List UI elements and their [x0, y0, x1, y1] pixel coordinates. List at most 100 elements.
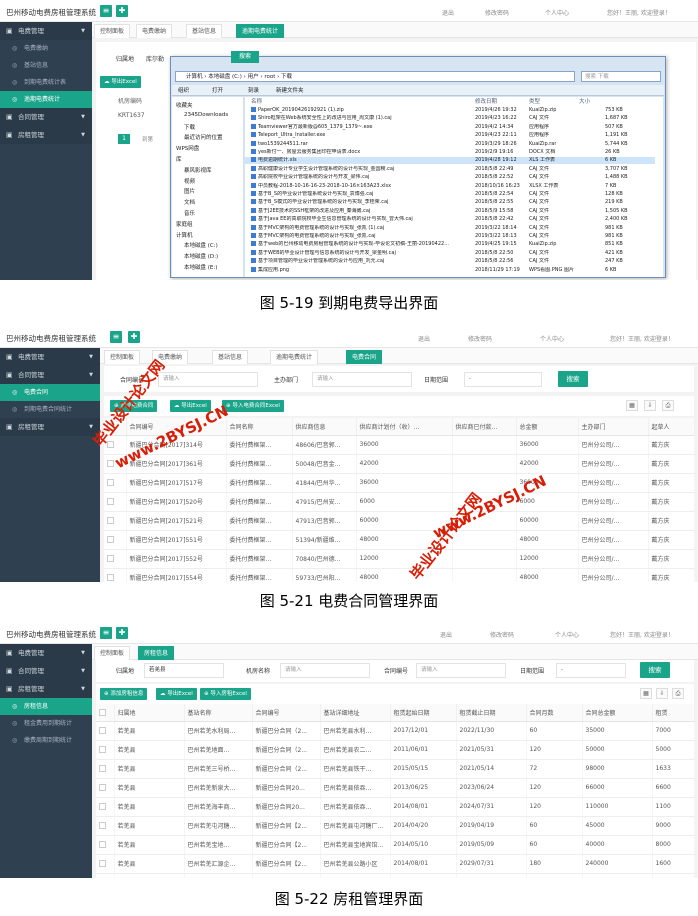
- sidebar-item[interactable]: ◎ 基站信息: [0, 57, 92, 74]
- file-row[interactable]: 基于项目管理的毕业设计管理系统的设计与应用_刘允.caj 2018/5/8 22:…: [245, 258, 655, 265]
- row-checkbox[interactable]: [96, 740, 115, 760]
- row-checkbox[interactable]: [104, 511, 127, 531]
- file-row[interactable]: 基于MVC架构的电费管理系统的设计与实现_张凯.caj 2019/3/22 18:…: [245, 233, 655, 240]
- file-row[interactable]: 基于WEB的毕业设计管理与信息系统的设计与开发_梁金明.caj 2018/5/8 …: [245, 249, 655, 257]
- room-name-input[interactable]: 请输入: [280, 663, 370, 678]
- menu-toggle-button[interactable]: ≡: [110, 331, 122, 343]
- new-folder-button[interactable]: 新建文件夹: [276, 86, 304, 94]
- folder-tree-item[interactable]: 计算机: [176, 231, 193, 239]
- export-icon[interactable]: ⇩: [656, 688, 668, 699]
- pager-current-page[interactable]: 1: [118, 134, 130, 144]
- print-icon[interactable]: ⎙: [662, 400, 674, 411]
- file-row[interactable]: 中员教程-2018-10-16-16-23-2018-10-16×163A23.…: [245, 182, 655, 190]
- folder-tree-item[interactable]: 收藏夹: [176, 101, 193, 109]
- column-header[interactable]: 基站详细地址: [320, 704, 391, 722]
- contract-no-input[interactable]: 请输入: [416, 663, 506, 678]
- column-header[interactable]: 起草人: [648, 418, 695, 436]
- header-date[interactable]: 修改日期: [475, 97, 497, 105]
- personal-center-link[interactable]: 个人中心: [545, 8, 569, 17]
- sidebar-group[interactable]: ▣ 房租管理 ▼: [0, 126, 92, 144]
- tab-electricity-contract[interactable]: 电费合同: [346, 350, 383, 364]
- export-excel-button[interactable]: ☁ 导出Excel: [170, 400, 211, 412]
- sidebar-item[interactable]: ◎ 到期电费合同统计: [0, 401, 100, 418]
- table-row[interactable]: 若羌县 巴州若羌地面... 新疆巴分合同（2... 巴州若羌县农二... 2011/06…: [96, 740, 695, 760]
- tab-electricity-payment[interactable]: 电费缴纳: [136, 24, 173, 38]
- column-header[interactable]: 合同总金额: [582, 704, 653, 722]
- sidebar-item[interactable]: ◎ 到期电费统计表: [0, 74, 92, 91]
- export-excel-button[interactable]: ☁ 导出Excel: [156, 688, 197, 700]
- table-row[interactable]: 若羌县 巴州若羌三号桥... 新疆巴分合同（2... 巴州若羌县铁干... 2015/0…: [96, 759, 695, 779]
- home-button[interactable]: ✚: [116, 5, 128, 17]
- folder-tree-item[interactable]: 家庭组: [176, 220, 193, 228]
- row-checkbox[interactable]: [96, 797, 115, 817]
- header-name[interactable]: 名称: [251, 97, 262, 105]
- column-header[interactable]: 合同编号: [126, 418, 227, 436]
- folder-tree-item[interactable]: 本地磁盘 (C:): [184, 241, 218, 249]
- tab-dashboard[interactable]: 控制面板: [104, 350, 141, 364]
- table-row[interactable]: 新疆巴分合同[2017]551号 委托付费框架... 51394/新疆维... 480…: [104, 530, 695, 550]
- file-row[interactable]: two1539244511.rar 2019/3/29 18:26 KuaiZip.…: [245, 140, 655, 148]
- file-row[interactable]: 基于MVC架构的电费管理系统的设计与实现_张凯 (1).caj 2019/3/22…: [245, 224, 655, 232]
- tab-rent-info[interactable]: 房租信息: [138, 646, 175, 660]
- row-checkbox[interactable]: [104, 530, 127, 550]
- column-header[interactable]: 合同名称: [226, 418, 293, 436]
- sidebar-group[interactable]: ▣ 电费管理 ▼: [0, 644, 92, 662]
- sidebar-group[interactable]: ▣ 电费管理 ▼: [0, 348, 100, 366]
- row-checkbox[interactable]: [104, 492, 127, 512]
- column-header[interactable]: 供应商计划付（收）...: [356, 418, 453, 436]
- column-header[interactable]: 合同编号: [252, 704, 321, 722]
- logout-link[interactable]: 退出: [418, 334, 430, 343]
- file-row[interactable]: 电费逾期统计.xls 2019/4/28 19:12 XLS 工作表 6 KB: [245, 157, 655, 165]
- logout-link[interactable]: 退出: [442, 8, 454, 17]
- column-header[interactable]: 归属地: [114, 704, 185, 722]
- file-row[interactable]: 集成应用.png 2018/11/29 17:19 WPS看图.PNG 图片 6 KB: [245, 266, 655, 274]
- subtab-korla[interactable]: 库尔勒: [146, 54, 164, 63]
- file-row[interactable]: 基于web的巴州移动电费房租管理系统的设计与实现-毕设论文初稿-王丽-20190…: [245, 241, 655, 248]
- sidebar-group[interactable]: ▣ 房租管理 ▼: [0, 680, 92, 698]
- search-button[interactable]: 搜索: [558, 371, 588, 387]
- change-password-link[interactable]: 修改密码: [485, 8, 509, 17]
- table-row[interactable]: 新疆巴分合同[2017]520号 委托付费框架... 47915/巴州安... 600…: [104, 492, 695, 512]
- file-row[interactable]: 高职院校毕业设计管理系统的设计与开发_梁伟.caj 2018/5/8 22:52 C…: [245, 174, 655, 181]
- personal-center-link[interactable]: 个人中心: [555, 630, 579, 639]
- change-password-link[interactable]: 修改密码: [490, 630, 514, 639]
- column-header[interactable]: 供应商信息: [292, 418, 357, 436]
- columns-icon[interactable]: ▦: [626, 400, 638, 411]
- folder-tree-item[interactable]: 本地磁盘 (D:): [184, 252, 218, 260]
- table-row[interactable]: 若羌县 巴州若羌宝地... 新疆巴分合同【2... 巴州若羌县宝地宾馆... 2014/…: [96, 835, 695, 855]
- row-checkbox[interactable]: [104, 473, 127, 493]
- sidebar-group[interactable]: ▣ 电费管理 ▼: [0, 22, 92, 40]
- column-header[interactable]: 基站名称: [184, 704, 253, 722]
- import-excel-button[interactable]: ⊕ 导入房租Excel: [200, 688, 251, 700]
- row-checkbox[interactable]: [96, 721, 115, 741]
- open-button[interactable]: 打开: [212, 86, 223, 94]
- columns-icon[interactable]: ▦: [640, 688, 652, 699]
- change-password-link[interactable]: 修改密码: [468, 334, 492, 343]
- tab-dashboard[interactable]: 控制面板: [94, 646, 131, 660]
- table-row[interactable]: 若羌县 巴州若羌新泉大... 新疆巴分合同20... 巴州若羌县依吞... 2013/0…: [96, 778, 695, 798]
- address-bar[interactable]: 计算机 › 本地磁盘 (C:) › 用户 › root › 下载: [175, 71, 575, 82]
- sidebar-item[interactable]: ◎ 电费合同: [0, 384, 100, 401]
- sidebar-group[interactable]: ▣ 合同管理 ▼: [0, 662, 92, 680]
- export-icon[interactable]: ⇩: [644, 400, 656, 411]
- file-row[interactable]: Shiro框架在Web系统安全性上的改进与应用_周文康 (1).caj 2019/…: [245, 115, 655, 122]
- folder-tree-item[interactable]: 文档: [184, 198, 195, 206]
- sidebar-item[interactable]: ◎ 电费缴纳: [0, 40, 92, 57]
- row-checkbox[interactable]: [96, 816, 115, 836]
- add-contract-button[interactable]: ⊕ 添加电费合同: [110, 400, 158, 412]
- dialog-search-button[interactable]: 搜索: [231, 51, 259, 63]
- select-all-checkbox[interactable]: [96, 704, 115, 722]
- folder-tree-item[interactable]: WPS网盘: [176, 144, 199, 152]
- folder-tree-item[interactable]: 最近访问的位置: [184, 133, 223, 141]
- file-row[interactable]: 基于B_S的毕业设计管理系统设计与实现_袁博强.caj 2018/5/8 22:5…: [245, 191, 655, 198]
- header-size[interactable]: 大小: [579, 97, 590, 105]
- folder-tree-item[interactable]: 下载: [184, 123, 195, 131]
- file-row[interactable]: Teleport_Ultra_Installer.exe 2019/4/23 22…: [245, 132, 655, 139]
- home-button[interactable]: ✚: [128, 331, 140, 343]
- table-row[interactable]: 新疆巴分合同[2017]552号 委托付费框架... 70840/巴州德... 120…: [104, 549, 695, 569]
- row-checkbox[interactable]: [96, 778, 115, 798]
- table-row[interactable]: 新疆巴分合同[2017]517号 委托付费框架... 41844/巴州华... 360…: [104, 473, 695, 493]
- column-header[interactable]: 供应商已付款...: [452, 418, 517, 436]
- column-header[interactable]: 主办部门: [578, 418, 649, 436]
- table-row[interactable]: 新疆巴分合同[2017]361号 委托付费框架... 50048/巴音金... 420…: [104, 454, 695, 474]
